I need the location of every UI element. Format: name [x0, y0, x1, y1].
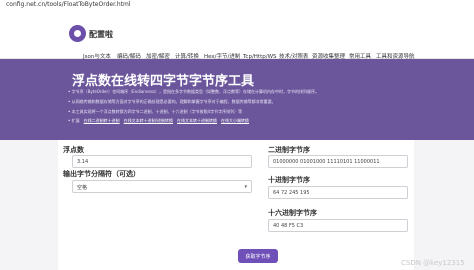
site-header: 配置啦 Json与文本 编码/解码 加密/解密 计算/转换 Hex/字节/进制 … — [0, 10, 474, 60]
site-logo-icon[interactable] — [69, 25, 86, 42]
banner-line-4: • 扩展 在线二进制转十进制 在线文本转十进制/进制转换 在线文本转十进制转换 在线大小… — [68, 118, 249, 124]
binary-output[interactable]: 01000000 01001000 11110101 11000011 — [268, 155, 408, 168]
link-text-dec[interactable]: 在线文本转十进制转换 — [177, 118, 217, 123]
banner-text-1: 字节序（ByteOrder）也叫端序（Endianness），是指在多字节数据类… — [71, 89, 320, 94]
convert-button[interactable]: 获取字节序 — [238, 249, 278, 263]
hex-label: 十六进制字节序 — [268, 209, 317, 217]
url-text[interactable]: config.net.cn/tools/FloatToByteOrder.htm… — [6, 1, 131, 8]
browser-address-bar[interactable]: config.net.cn/tools/FloatToByteOrder.htm… — [0, 0, 474, 10]
banner-line-1: • 字节序（ByteOrder）也叫端序（Endianness），是指在多字节数… — [68, 89, 319, 95]
banner-line-3: • 本工具实现将一个浮点数转换为四字节二进制、十进制、十六进制（字节按照4字节字… — [68, 109, 242, 115]
page-title: 浮点数在线转四字节字节序工具 — [72, 74, 255, 89]
banner-text-3: 本工具实现将一个浮点数转换为四字节二进制、十进制、十六进制（字节按照4字节字序排… — [71, 109, 243, 114]
watermark: CSDN @key12315 — [401, 259, 465, 267]
banner-text-2: 从网络传输和数据存储等方面对字节序的正确处理是必要的。理解和掌握字节序对于编程、… — [71, 99, 276, 104]
banner-text-4: 扩展 — [71, 118, 80, 123]
link-bin-to-dec[interactable]: 在线二进制转十进制 — [84, 118, 120, 123]
banner-line-2: • 从网络传输和数据存储等方面对字节序的正确处理是必要的。理解和掌握字节序对于编… — [68, 99, 276, 105]
separator-select[interactable]: 空格 ▾ — [72, 180, 252, 193]
separator-value: 空格 — [77, 185, 88, 191]
binary-label: 二进制字节序 — [268, 146, 310, 154]
decimal-label: 十进制字节序 — [268, 176, 310, 184]
site-name[interactable]: 配置啦 — [89, 29, 113, 40]
chevron-down-icon: ▾ — [244, 184, 247, 190]
separator-label: 输出字节分隔符（可选） — [63, 170, 140, 178]
link-endian[interactable]: 在线大小端转换 — [221, 118, 249, 123]
float-input[interactable]: 3.14 — [72, 155, 252, 168]
link-text-to-dec[interactable]: 在线文本转十进制/进制转换 — [124, 118, 173, 123]
decimal-output[interactable]: 64 72 245 195 — [268, 186, 408, 199]
float-label: 浮点数 — [63, 146, 84, 154]
hex-output[interactable]: 40 48 F5 C3 — [268, 219, 408, 232]
